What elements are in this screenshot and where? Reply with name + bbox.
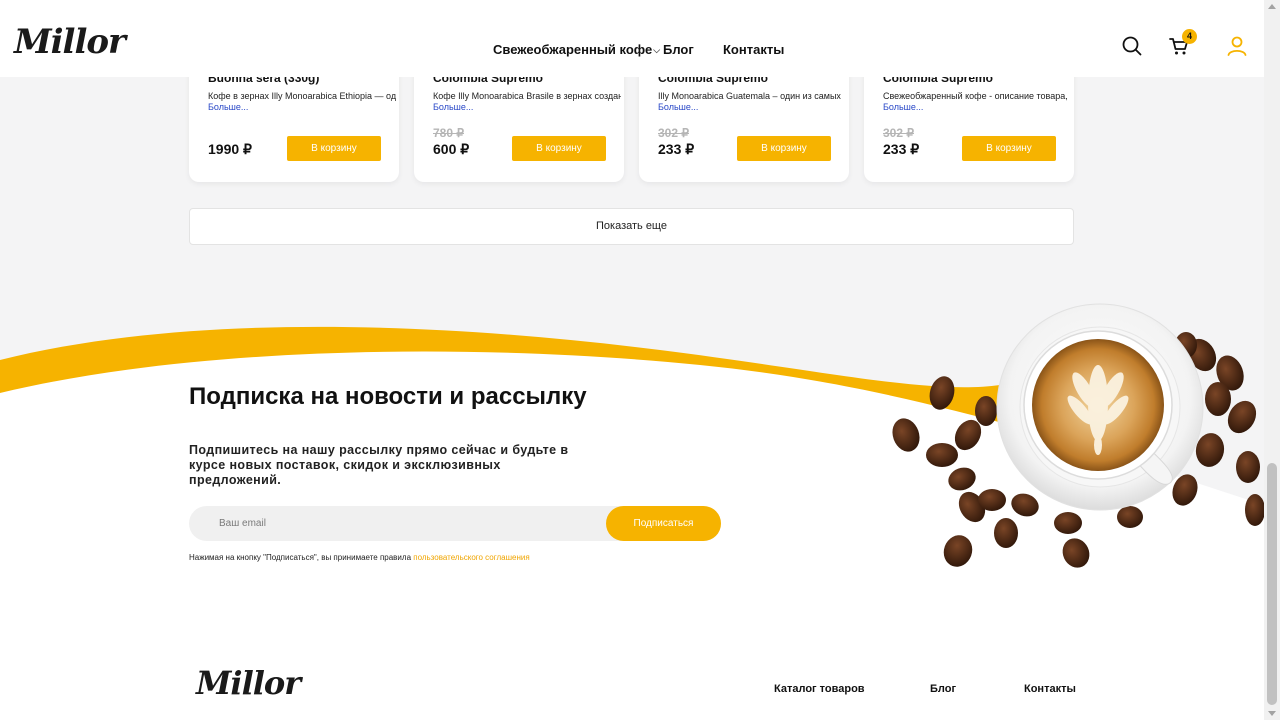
product-price: 233 ₽: [658, 141, 695, 157]
footer-link-blog[interactable]: Блог: [930, 683, 956, 695]
page-scrollbar[interactable]: [1264, 0, 1280, 720]
nav-item-coffee[interactable]: Свежеобжаренный кофе⌵: [493, 42, 663, 57]
add-to-cart-button[interactable]: В корзину: [287, 136, 381, 161]
scroll-up-icon[interactable]: [1268, 4, 1276, 9]
email-input[interactable]: [189, 506, 609, 541]
cart-count-badge: 4: [1182, 29, 1197, 44]
product-more-link[interactable]: Больше...: [883, 102, 923, 112]
subscribe-form: Подписаться: [189, 506, 721, 541]
nav-item-label: Свежеобжаренный кофе: [493, 42, 653, 57]
product-description: Свежеобжаренный кофе - описание товара,: [883, 91, 1068, 101]
product-price: 1990 ₽: [208, 141, 252, 157]
footer-link-catalog[interactable]: Каталог товаров: [774, 683, 865, 695]
product-card[interactable]: Colombia Supremo Свежеобжаренный кофе - …: [864, 60, 1074, 182]
product-old-price: 780 ₽: [433, 126, 464, 140]
product-price: 233 ₽: [883, 141, 920, 157]
product-more-link[interactable]: Больше...: [658, 102, 698, 112]
logo-text: Millor: [14, 22, 126, 62]
product-description: Кофе Illy Monoarabica Brasile в зернах с…: [433, 91, 621, 101]
agreement-note: Нажимая на кнопку "Подписаться", вы прин…: [189, 553, 530, 562]
product-more-link[interactable]: Больше...: [433, 102, 473, 112]
product-card[interactable]: Colombia Supremo Illy Monoarabica Guatem…: [639, 60, 849, 182]
add-to-cart-button[interactable]: В корзину: [962, 136, 1056, 161]
product-price: 600 ₽: [433, 141, 470, 157]
add-to-cart-button[interactable]: В корзину: [512, 136, 606, 161]
scroll-down-icon[interactable]: [1268, 711, 1276, 716]
product-card[interactable]: Colombia Supremo Кофе Illy Monoarabica B…: [414, 60, 624, 182]
agreement-text: Нажимая на кнопку "Подписаться", вы прин…: [189, 553, 414, 562]
nav-item-label: Блог: [663, 42, 694, 57]
logo[interactable]: Millor: [14, 22, 136, 62]
add-to-cart-button[interactable]: В корзину: [737, 136, 831, 161]
user-icon[interactable]: [1226, 35, 1248, 57]
search-icon[interactable]: [1121, 35, 1143, 57]
product-card[interactable]: Buonna sera (330g) Кофе в зернах Illy Mo…: [189, 60, 399, 182]
subscribe-text: Подпишитесь на нашу рассылку прямо сейча…: [189, 443, 569, 487]
product-old-price: 302 ₽: [883, 126, 914, 140]
footer-logo[interactable]: Millor: [196, 664, 301, 702]
scrollbar-thumb[interactable]: [1267, 463, 1277, 705]
product-grid: Buonna sera (330g) Кофе в зернах Illy Mo…: [189, 60, 1074, 182]
product-description: Кофе в зернах Illy Monoarabica Ethiopia …: [208, 91, 396, 101]
subscribe-button[interactable]: Подписаться: [606, 506, 721, 541]
coffee-cup-image: [892, 303, 1264, 568]
product-description: Illy Monoarabica Guatemala – один из сам…: [658, 91, 841, 101]
product-old-price: 302 ₽: [658, 126, 689, 140]
subscribe-title: Подписка на новости и рассылку: [189, 383, 587, 410]
nav-item-blog[interactable]: Блог: [663, 42, 723, 57]
footer-link-contacts[interactable]: Контакты: [1024, 683, 1076, 695]
nav-item-label: Контакты: [723, 42, 785, 57]
show-more-button[interactable]: Показать еще: [189, 208, 1074, 245]
main-nav: Свежеобжаренный кофе⌵ Блог Контакты: [493, 42, 784, 57]
chevron-down-icon: ⌵: [653, 45, 661, 55]
product-more-link[interactable]: Больше...: [208, 102, 248, 112]
user-agreement-link[interactable]: пользовательского соглашения: [413, 553, 529, 562]
nav-item-contacts[interactable]: Контакты: [723, 42, 784, 57]
site-header: Millor Свежеобжаренный кофе⌵ Блог Контак…: [0, 0, 1264, 77]
